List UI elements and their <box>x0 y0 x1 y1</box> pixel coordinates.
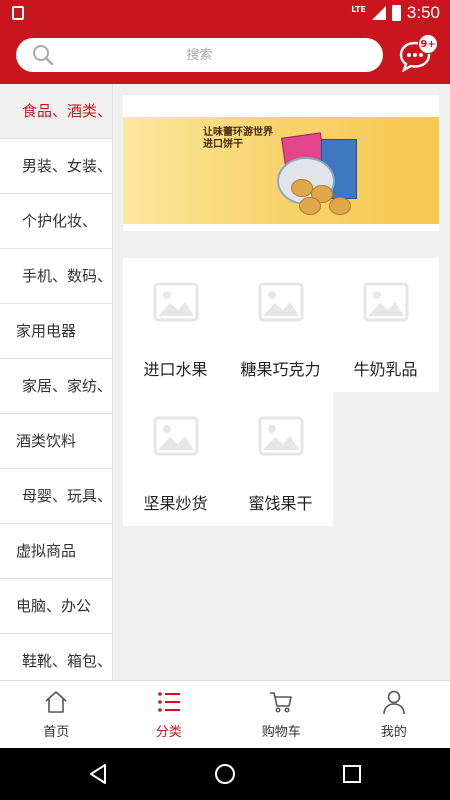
subcategory-label: 蜜饯果干 <box>248 494 313 513</box>
back-icon[interactable] <box>86 762 110 786</box>
tab-label: 分类 <box>155 725 182 740</box>
category-content: 让味蕾环游世界 进口饼干 进口水果 糖果巧克力 牛奶乳品 坚果炒货 蜜饯果干 <box>113 84 450 680</box>
subcategory-item[interactable]: 进口水果 <box>123 258 228 392</box>
subcategory-item[interactable]: 坚果炒货 <box>123 392 228 526</box>
sidebar-item-clothing[interactable]: 男装、女装、 <box>0 139 112 194</box>
image-placeholder-icon <box>153 282 199 322</box>
subcategory-label: 糖果巧克力 <box>240 360 321 379</box>
search-bar[interactable] <box>16 38 383 72</box>
sidebar-item-beauty[interactable]: 个护化妆、 <box>0 194 112 249</box>
sidebar-item-food[interactable]: 食品、酒类、 <box>0 84 112 139</box>
subcategory-grid: 进口水果 糖果巧克力 牛奶乳品 坚果炒货 蜜饯果干 <box>123 258 439 528</box>
recents-icon[interactable] <box>340 762 364 786</box>
subcategory-label: 进口水果 <box>143 360 208 379</box>
banner-title: 让味蕾环游世界 进口饼干 <box>203 127 273 151</box>
subcategory-item[interactable]: 牛奶乳品 <box>333 258 438 392</box>
network-type: LTE <box>351 4 366 14</box>
sidebar-item-phones[interactable]: 手机、数码、 <box>0 249 112 304</box>
user-icon <box>382 690 405 715</box>
clock: 3:50 <box>406 3 440 22</box>
image-placeholder-icon <box>363 282 409 322</box>
sidebar-item-computers[interactable]: 电脑、办公 <box>0 579 112 634</box>
banner-card: 让味蕾环游世界 进口饼干 <box>123 95 439 231</box>
cookie-image <box>291 179 313 197</box>
sidebar-item-baby[interactable]: 母婴、玩具、 <box>0 469 112 524</box>
cookie-image <box>299 197 321 215</box>
subcategory-item[interactable]: 蜜饯果干 <box>228 392 333 526</box>
subcategory-label: 牛奶乳品 <box>353 360 418 379</box>
signal-icon <box>371 6 386 20</box>
banner-title-line2: 进口饼干 <box>203 139 243 150</box>
app-header: 9+ <box>0 26 450 84</box>
home-icon <box>45 691 67 713</box>
banner-title-line1: 让味蕾环游世界 <box>203 127 273 138</box>
image-placeholder-icon <box>258 416 304 456</box>
image-placeholder-icon <box>258 282 304 322</box>
subcategory-item[interactable]: 糖果巧克力 <box>228 258 333 392</box>
system-nav-bar <box>0 748 450 800</box>
subcategory-label: 坚果炒货 <box>143 494 208 513</box>
tab-label: 我的 <box>380 725 407 740</box>
sidebar-item-drinks[interactable]: 酒类饮料 <box>0 414 112 469</box>
cart-icon <box>270 692 293 713</box>
image-placeholder-icon <box>153 416 199 456</box>
status-bar: LTE 3:50 <box>0 0 450 26</box>
message-badge: 9+ <box>418 34 438 54</box>
search-input[interactable] <box>66 38 333 72</box>
tab-label: 首页 <box>43 725 70 740</box>
tab-category[interactable]: 分类 <box>113 681 226 748</box>
battery-icon <box>391 5 401 21</box>
sidebar-item-shoes[interactable]: 鞋靴、箱包、 <box>0 634 112 680</box>
bottom-tab-bar: 首页 分类 购物车 我的 <box>0 680 450 748</box>
cookie-image <box>329 197 351 215</box>
sidebar-item-home[interactable]: 家居、家纺、 <box>0 359 112 414</box>
promo-banner[interactable]: 让味蕾环游世界 进口饼干 <box>123 117 439 224</box>
tab-home[interactable]: 首页 <box>0 681 113 748</box>
category-sidebar: 食品、酒类、 男装、女装、 个护化妆、 手机、数码、 家用电器 家居、家纺、 酒… <box>0 84 113 680</box>
tab-profile[interactable]: 我的 <box>338 681 450 748</box>
sidebar-item-appliances[interactable]: 家用电器 <box>0 304 112 359</box>
list-icon <box>157 692 180 712</box>
tab-cart[interactable]: 购物车 <box>225 681 338 748</box>
sidebar-item-virtual[interactable]: 虚拟商品 <box>0 524 112 579</box>
tab-label: 购物车 <box>261 725 301 740</box>
sd-card-icon <box>12 6 24 20</box>
search-icon <box>33 45 54 66</box>
home-button-icon[interactable] <box>213 762 237 786</box>
